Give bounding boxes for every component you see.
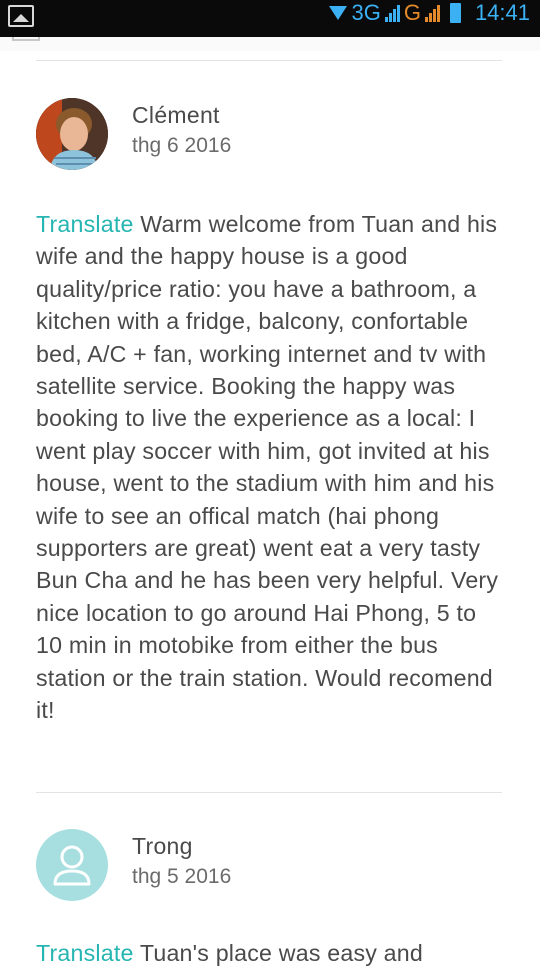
review-date: thg 5 2016 [132,865,232,888]
translate-link[interactable]: Translate [36,940,134,966]
status-bar: 3G G 14:41 [0,0,540,37]
signal-bars-2-icon [424,4,440,22]
translate-link[interactable]: Translate [36,211,134,237]
network-type-1: 3G [351,0,381,25]
person-photo-icon [36,98,108,170]
signal-bars-1-icon [384,4,400,22]
user-placeholder-icon [53,845,91,886]
battery-icon [449,3,461,23]
clock: 14:41 [474,0,530,25]
review-text-content: Tuan's place was easy and [139,940,423,966]
reviewer-name[interactable]: Trong [132,833,193,860]
review-text: Translate Warm welcome from Tuan and his… [36,208,506,727]
review-text: Translate Tuan's place was easy and [36,937,506,969]
review-text-content: Warm welcome from Tuan and his wife and … [36,211,499,724]
reviewer-name[interactable]: Clément [132,102,220,129]
wifi-icon [329,4,348,22]
network-type-2: G [403,0,421,25]
scrolled-content-remnant [0,37,540,51]
review-date: thg 6 2016 [132,134,232,157]
status-indicators: 3G G 14:41 [329,0,530,26]
reviewer-avatar[interactable] [36,98,108,170]
reviewer-avatar[interactable] [36,829,108,901]
divider [36,792,502,793]
image-notification-icon [8,5,34,27]
divider [36,60,502,61]
